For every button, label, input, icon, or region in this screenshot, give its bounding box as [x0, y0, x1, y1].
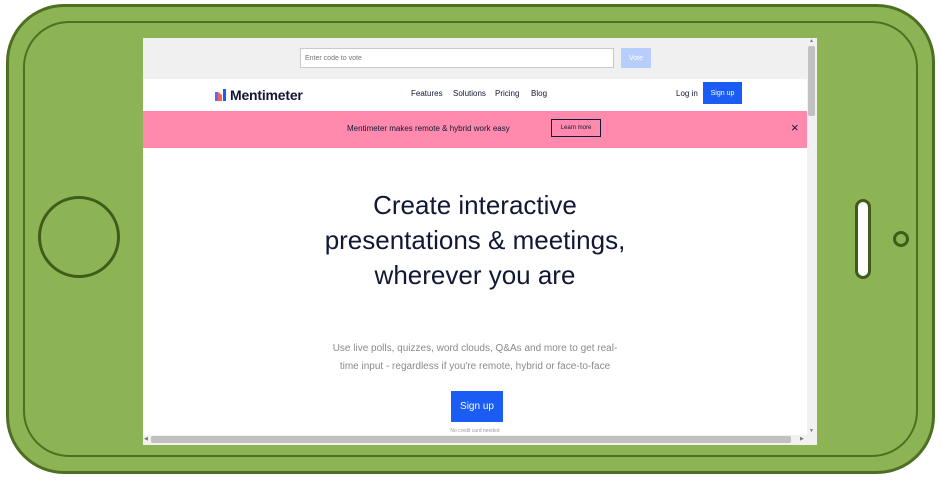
scroll-left-icon[interactable]: ◀	[144, 436, 148, 442]
scroll-up-icon[interactable]: ▲	[809, 38, 814, 44]
nav-link-solutions[interactable]: Solutions	[453, 89, 486, 98]
scroll-right-icon[interactable]: ▶	[800, 436, 804, 442]
vote-button[interactable]: Vote	[621, 48, 651, 68]
phone-camera-dot	[893, 231, 909, 247]
logo[interactable]: Mentimeter	[215, 87, 303, 103]
hero-title-line: Create interactive	[373, 190, 577, 220]
nav-link-pricing[interactable]: Pricing	[495, 89, 519, 98]
signup-button-nav[interactable]: Sign up	[703, 82, 742, 104]
horizontal-scroll-thumb[interactable]	[151, 436, 791, 443]
hero-title: Create interactive presentations & meeti…	[143, 188, 807, 293]
top-nav: Mentimeter Features Solutions Pricing Bl…	[143, 79, 807, 111]
login-link[interactable]: Log in	[676, 89, 698, 98]
close-icon[interactable]: ×	[791, 121, 799, 134]
mentimeter-logo-icon	[215, 89, 226, 101]
vote-bar: Vote	[143, 38, 807, 80]
learn-more-button[interactable]: Learn more	[551, 119, 601, 137]
hero-subtitle-line: Use live polls, quizzes, word clouds, Q&…	[332, 343, 618, 354]
hero-subtitle: Use live polls, quizzes, word clouds, Q&…	[143, 340, 807, 376]
hero-title-line: wherever you are	[374, 260, 576, 290]
hero-subtitle-line: time input - regardless if you're remote…	[339, 361, 611, 372]
logo-text: Mentimeter	[230, 87, 303, 103]
hero-title-line: presentations & meetings,	[324, 225, 626, 255]
phone-home-button	[38, 196, 120, 278]
promo-banner: Mentimeter makes remote & hybrid work ea…	[143, 111, 807, 148]
vote-code-input[interactable]	[300, 48, 614, 68]
signup-button-hero[interactable]: Sign up	[451, 391, 503, 422]
nav-link-features[interactable]: Features	[411, 89, 443, 98]
phone-speaker-slot	[855, 199, 871, 279]
banner-text: Mentimeter makes remote & hybrid work ea…	[347, 124, 510, 133]
scroll-down-icon[interactable]: ▼	[809, 428, 814, 434]
nav-link-blog[interactable]: Blog	[531, 89, 547, 98]
vertical-scroll-thumb[interactable]	[808, 46, 815, 116]
browser-screen: Vote Mentimeter Features Solutions Prici…	[143, 38, 817, 445]
no-credit-note: No credit card needed	[450, 428, 500, 434]
